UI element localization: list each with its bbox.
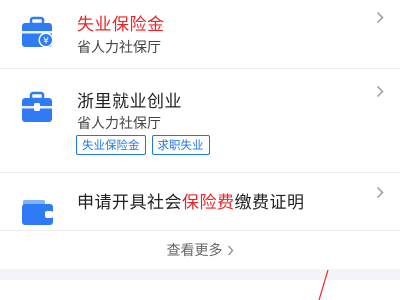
red-line-decoration	[318, 270, 329, 300]
tag-job-seeking[interactable]: 求职失业	[151, 135, 210, 155]
next-section	[0, 270, 400, 300]
item-subtitle: 省人力社保厅	[77, 40, 161, 56]
result-item-social-insurance-certificate[interactable]: 申请开具社会保险费缴费证明	[0, 173, 400, 230]
chevron-right-icon	[376, 11, 384, 24]
briefcase-icon	[22, 91, 52, 122]
item-subtitle: 省人力社保厅	[77, 116, 161, 132]
tag-unemployment-insurance[interactable]: 失业保险金	[76, 135, 146, 155]
svg-text:¥: ¥	[43, 37, 49, 47]
chevron-right-icon	[227, 245, 233, 255]
chevron-right-icon	[376, 186, 384, 199]
result-item-unemployment-insurance[interactable]: ¥ 失业保险金 省人力社保厅	[0, 0, 400, 68]
section-separator	[0, 269, 400, 280]
item-title: 失业保险金	[77, 15, 165, 35]
result-item-zheli-employment[interactable]: 浙里就业创业 省人力社保厅 失业保险金 求职失业	[0, 69, 400, 172]
view-more-button[interactable]: 查看更多	[0, 231, 400, 269]
view-more-label: 查看更多	[166, 243, 223, 259]
item-title: 申请开具社会保险费缴费证明	[77, 193, 305, 213]
tag-list: 失业保险金 求职失业	[76, 135, 210, 155]
briefcase-yuan-icon: ¥	[22, 16, 54, 48]
item-title: 浙里就业创业	[77, 92, 182, 112]
wallet-icon	[22, 200, 53, 225]
chevron-right-icon	[376, 85, 384, 98]
